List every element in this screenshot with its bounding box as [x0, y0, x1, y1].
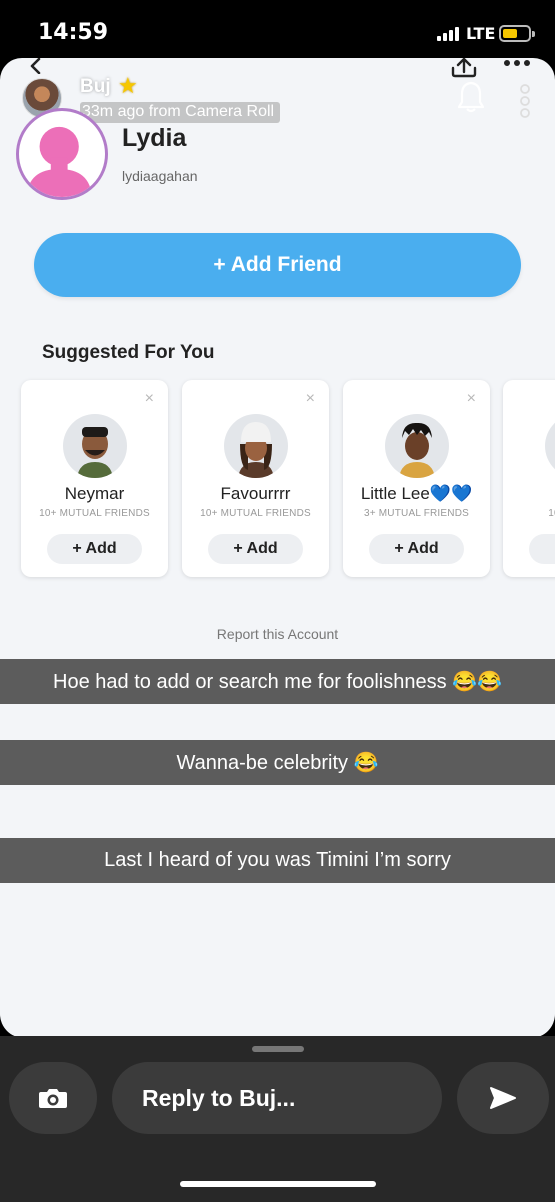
profile-card: Buj ★ 33m ago from Camera Roll Lydia lyd…	[0, 58, 555, 1038]
drag-handle[interactable]	[252, 1046, 304, 1052]
add-suggestion-button[interactable]: +	[529, 534, 555, 564]
default-avatar-icon	[26, 126, 92, 197]
dismiss-icon[interactable]: ×	[145, 390, 154, 408]
mutual-friends-count: 10+ MU	[548, 508, 555, 519]
send-button[interactable]	[457, 1062, 549, 1134]
add-suggestion-button[interactable]: + Add	[208, 534, 303, 564]
story-caption: Hoe had to add or search me for foolishn…	[0, 659, 555, 704]
bitmoji-avatar	[545, 414, 555, 478]
status-bar: 14:59 LTE	[0, 0, 555, 60]
dismiss-icon[interactable]: ×	[467, 390, 476, 408]
notification-bell-icon[interactable]	[456, 80, 486, 114]
suggested-title: Suggested For You	[42, 342, 215, 363]
status-time: 14:59	[38, 20, 109, 45]
signal-icon	[437, 25, 461, 41]
dismiss-icon[interactable]: ×	[306, 390, 315, 408]
bitmoji-avatar	[224, 414, 288, 478]
suggestion-card[interactable]: × Neymar 10+ MUTUAL FRIENDS + Add	[21, 380, 168, 577]
profile-menu-icon[interactable]	[519, 84, 531, 118]
back-arrow-icon[interactable]	[28, 58, 44, 74]
profile-avatar[interactable]	[16, 108, 108, 200]
send-icon	[490, 1087, 516, 1109]
story-sender-name[interactable]: Buj	[80, 76, 111, 98]
camera-icon	[39, 1089, 67, 1108]
reply-input[interactable]: Reply to Buj...	[112, 1062, 442, 1134]
more-options-icon[interactable]	[502, 58, 532, 68]
home-indicator	[180, 1181, 376, 1187]
bitmoji-avatar	[63, 414, 127, 478]
profile-name: Lydia	[122, 124, 187, 152]
mutual-friends-count: 10+ MUTUAL FRIENDS	[200, 508, 311, 519]
suggestion-name: Little Lee💙💙	[360, 484, 473, 503]
star-icon: ★	[118, 73, 138, 98]
add-suggestion-button[interactable]: + Add	[47, 534, 142, 564]
suggestion-card[interactable]: × FL 10+ MU +	[503, 380, 555, 577]
reply-bar: Reply to Buj...	[0, 1036, 555, 1202]
suggestion-name: Neymar	[64, 484, 125, 503]
story-timestamp: 33m ago from Camera Roll	[80, 102, 281, 123]
add-friend-button[interactable]: + Add Friend	[34, 233, 521, 297]
share-icon[interactable]	[450, 58, 478, 78]
add-suggestion-button[interactable]: + Add	[369, 534, 464, 564]
camera-button[interactable]	[9, 1062, 97, 1134]
battery-icon	[499, 25, 535, 42]
suggestion-name: FL	[493, 484, 555, 504]
suggestion-card[interactable]: × Little Lee💙💙 3+ MUTUAL FRIENDS + Add	[343, 380, 490, 577]
mutual-friends-count: 10+ MUTUAL FRIENDS	[39, 508, 150, 519]
report-account-link[interactable]: Report this Account	[0, 626, 555, 642]
mutual-friends-count: 3+ MUTUAL FRIENDS	[364, 508, 469, 519]
suggestion-name: Favourrrr	[220, 484, 291, 503]
suggestion-card[interactable]: × Favourrrr 10+ MUTUAL FRIENDS + Add	[182, 380, 329, 577]
story-caption: Last I heard of you was Timini I’m sorry	[0, 838, 555, 883]
story-caption: Wanna-be celebrity 😂	[0, 740, 555, 785]
bitmoji-avatar	[385, 414, 449, 478]
network-label: LTE	[466, 24, 496, 43]
profile-username: lydiaagahan	[122, 168, 198, 184]
